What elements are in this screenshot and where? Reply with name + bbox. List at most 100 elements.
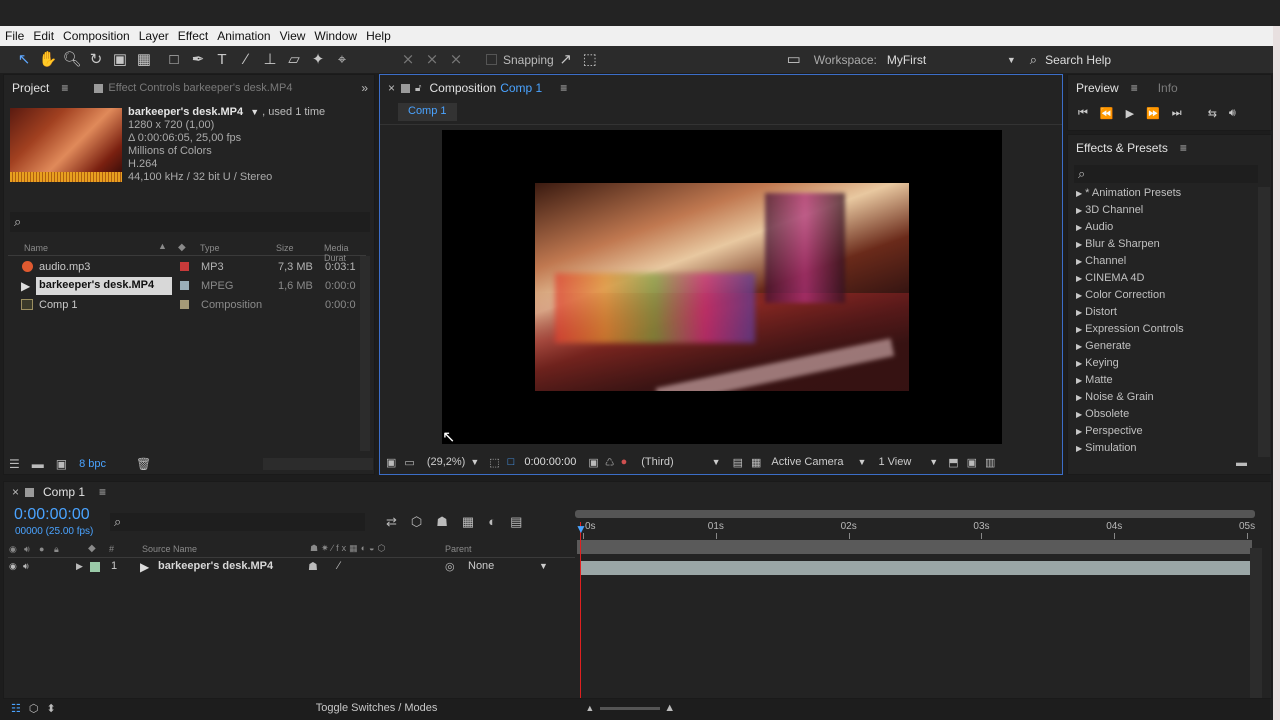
panel-menu-icon[interactable]: ≡ [1176, 141, 1191, 155]
previous-frame-icon[interactable]: ⏪ [1100, 107, 1114, 120]
column-type[interactable]: Type [200, 243, 220, 253]
shy-icon[interactable]: ☗ [436, 514, 448, 530]
effects-scrollbar[interactable] [1258, 187, 1270, 457]
eraser-tool-icon[interactable]: ▱ [282, 50, 306, 70]
effects-category[interactable]: ▶ * Animation Presets [1076, 187, 1181, 199]
parent-header[interactable]: Parent [445, 544, 472, 554]
region-of-interest-icon[interactable]: □ [508, 456, 515, 468]
effects-category[interactable]: ▶ Noise & Grain [1076, 391, 1154, 403]
effects-category[interactable]: ▶ Generate [1076, 340, 1131, 352]
close-icon[interactable]: × [380, 81, 401, 95]
puppet-tool-icon[interactable]: ⌖ [330, 50, 354, 70]
motion-blur-icon[interactable]: ◐ [488, 514, 496, 530]
last-frame-icon[interactable]: ⏭ [1172, 107, 1182, 120]
effects-category[interactable]: ▶ Matte [1076, 374, 1113, 386]
snap-options-icon[interactable]: ⬚ [578, 50, 602, 70]
lock-icon[interactable]: 🔓︎ [415, 83, 421, 94]
frame-blending-icon[interactable]: ▦ [462, 514, 474, 530]
lock-icon[interactable]: 🔒︎ [54, 544, 59, 555]
menu-file[interactable]: File [0, 29, 28, 43]
camera-tool-icon[interactable]: ▣ [108, 50, 132, 70]
new-folder-icon[interactable]: ▬ [1236, 457, 1247, 469]
quality-switch-icon[interactable]: ∕ [338, 560, 340, 572]
column-name[interactable]: Name [24, 243, 48, 253]
effects-category[interactable]: ▶ Obsolete [1076, 408, 1129, 420]
fast-draft-icon[interactable]: ▣ [967, 456, 977, 469]
clone-stamp-tool-icon[interactable]: ⊥ [258, 50, 282, 70]
rotate-tool-icon[interactable]: ↻ [84, 50, 108, 70]
comp-flowchart-icon[interactable]: ⇄ [386, 514, 397, 530]
current-time-indicator[interactable] [580, 522, 581, 698]
effects-search-input[interactable]: ⌕ [1074, 165, 1258, 183]
monitor-icon[interactable]: ▭ [404, 456, 414, 469]
snapping-checkbox[interactable] [486, 54, 497, 65]
type-tool-icon[interactable]: T [210, 50, 234, 70]
expand-arrow-icon[interactable]: ▶ [1076, 393, 1082, 402]
project-scrollbar[interactable] [360, 256, 370, 451]
tab-effects-presets[interactable]: Effects & Presets [1068, 141, 1176, 155]
expand-arrow-icon[interactable]: ▶ [1076, 427, 1082, 436]
effects-category[interactable]: ▶ CINEMA 4D [1076, 272, 1144, 284]
effects-category[interactable]: ▶ Perspective [1076, 425, 1143, 437]
transparency-grid-icon[interactable]: ▦ [751, 456, 761, 469]
chevron-down-icon[interactable]: ▼ [858, 457, 867, 467]
menu-composition[interactable]: Composition [58, 29, 134, 43]
brush-tool-icon[interactable]: ∕ [234, 50, 258, 70]
views-select[interactable]: 1 View [878, 456, 911, 468]
effects-category[interactable]: ▶ Blur & Sharpen [1076, 238, 1160, 250]
camera-select[interactable]: Active Camera [771, 456, 843, 468]
project-search-input[interactable]: ⌕ [10, 212, 370, 232]
list-item[interactable]: Comp 1 Composition 0:00:0 [8, 296, 366, 315]
timeline-icon[interactable]: ▥ [985, 456, 995, 469]
bpc-toggle[interactable]: 8 bpc [79, 458, 106, 470]
menu-animation[interactable]: Animation [212, 29, 274, 43]
first-frame-icon[interactable]: ⏮ [1078, 107, 1088, 120]
layer-name[interactable]: barkeeper's desk.MP4 [158, 560, 273, 572]
pen-tool-icon[interactable]: ✒ [186, 50, 210, 70]
expand-arrow-icon[interactable]: ▶ [1076, 410, 1082, 419]
resolution-select[interactable]: (Third) [641, 456, 673, 468]
effects-category[interactable]: ▶ Channel [1076, 255, 1126, 267]
audio-column-icon[interactable]: 🔊︎ [24, 544, 30, 555]
column-size[interactable]: Size [276, 243, 294, 253]
menu-layer[interactable]: Layer [134, 29, 173, 43]
timeline-timecode[interactable]: 0:00:00:00 [14, 506, 90, 524]
layer-duration-bar[interactable] [580, 561, 1250, 575]
search-help-input[interactable]: Search Help [1045, 53, 1111, 67]
panel-menu-icon[interactable]: ≡ [556, 81, 571, 95]
expand-arrow-icon[interactable]: ▶ [76, 561, 83, 572]
effects-category[interactable]: ▶ 3D Channel [1076, 204, 1143, 216]
expand-arrow-icon[interactable]: ▶ [1076, 342, 1082, 351]
workspace-icon[interactable]: ▭ [782, 50, 806, 70]
chevron-down-icon[interactable]: ▼ [539, 561, 548, 571]
chevron-right-icon[interactable]: » [361, 81, 368, 95]
expand-arrow-icon[interactable]: ▶ [1076, 325, 1082, 334]
interpret-footage-icon[interactable]: ☰ [9, 457, 20, 471]
audio-icon[interactable]: 🔊︎ [23, 561, 29, 572]
toggle-switches-modes[interactable]: Toggle Switches / Modes [316, 702, 438, 714]
tab-timeline-comp[interactable]: Comp 1 [43, 485, 85, 499]
panel-menu-icon[interactable]: ≡ [95, 485, 110, 499]
graph-editor-icon[interactable]: ▤ [510, 514, 522, 530]
chevron-down-icon[interactable]: ▼ [929, 457, 938, 467]
new-composition-icon[interactable]: ▣ [56, 457, 67, 471]
sort-up-icon[interactable]: ▲ [158, 241, 167, 251]
transfer-controls-icon[interactable]: ⬡ [29, 702, 39, 715]
roto-brush-tool-icon[interactable]: ✦ [306, 50, 330, 70]
time-ruler[interactable]: 0s 01s 02s 03s 04s 05s [575, 519, 1255, 539]
always-preview-icon[interactable]: ▣ [386, 456, 396, 469]
zoom-out-icon[interactable]: ▲ [585, 703, 594, 713]
menu-effect[interactable]: Effect [173, 29, 212, 43]
tab-effect-controls[interactable]: Effect Controls barkeeper's desk.MP4 [108, 82, 292, 94]
panel-menu-icon[interactable]: ≡ [57, 81, 72, 95]
channels-icon[interactable]: ● [621, 456, 628, 468]
panel-menu-icon[interactable]: ≡ [1127, 81, 1142, 95]
horizontal-scrollbar[interactable] [263, 458, 374, 470]
expand-arrow-icon[interactable]: ▶ [1076, 240, 1082, 249]
search-icon[interactable]: ⌕ [1030, 52, 1037, 68]
zoom-select[interactable]: (29,2%) [427, 456, 466, 468]
chevron-down-icon[interactable]: ▼ [470, 457, 479, 467]
snapshot-icon[interactable]: ▣ [588, 456, 598, 469]
composition-viewer[interactable] [442, 130, 1002, 444]
expand-arrow-icon[interactable]: ▶ [1076, 189, 1082, 198]
